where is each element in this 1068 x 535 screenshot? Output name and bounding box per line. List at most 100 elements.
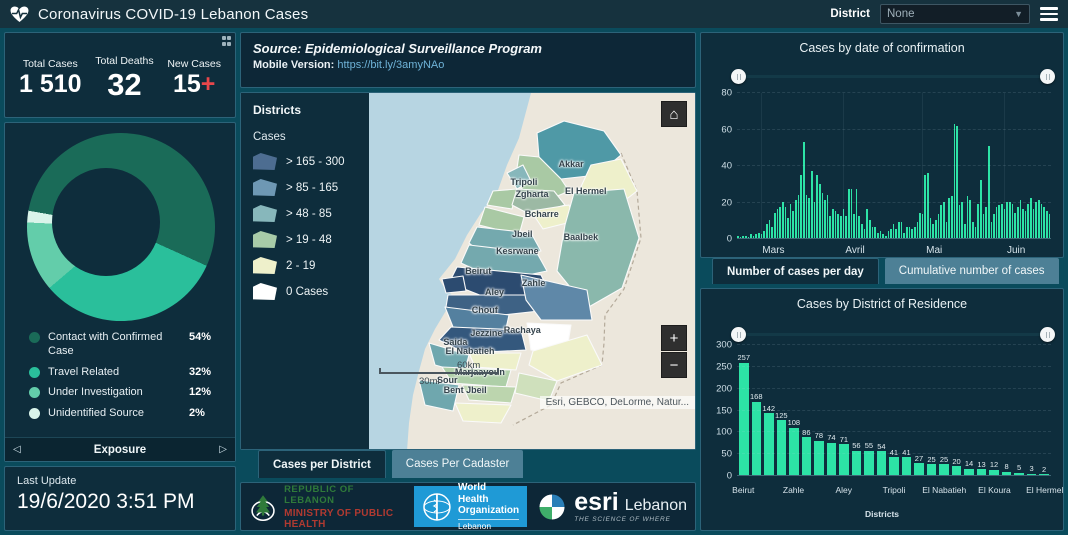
district-bar-group: 74 — [827, 434, 837, 475]
bar-value-label: 142 — [763, 405, 776, 413]
class-label: > 48 - 85 — [286, 208, 332, 220]
expand-icon[interactable] — [222, 36, 232, 46]
bar-value-label: 2 — [1042, 466, 1046, 474]
mobile-version-link[interactable]: https://bit.ly/3amyNAo — [337, 59, 444, 71]
who-emblem-icon — [422, 492, 452, 522]
district-bar — [939, 464, 949, 475]
district-dropdown[interactable]: None ▼ — [880, 4, 1030, 24]
daily-bar — [1001, 204, 1003, 238]
prev-arrow-icon[interactable]: ◁ — [13, 444, 21, 455]
bar-value-label: 125 — [775, 412, 788, 420]
district-bar-group: 86 — [802, 429, 812, 475]
legend-label: Travel Related — [48, 366, 181, 380]
district-tick-label: El Hermel — [1026, 485, 1063, 495]
header-bar: Coronavirus COVID-19 Lebanon Cases Distr… — [0, 0, 1068, 28]
heart-pulse-icon — [10, 6, 29, 23]
scale-mi: 30mi — [419, 376, 499, 387]
daily-bar — [1020, 200, 1022, 238]
month-label: Mars — [762, 245, 784, 256]
daily-bar — [1017, 207, 1019, 238]
daily-bar — [1049, 214, 1051, 238]
district-bar-group: 27 — [914, 455, 924, 475]
new-cases-plus: + — [201, 70, 216, 98]
bar-value-label: 25 — [927, 456, 935, 464]
daily-bar — [911, 229, 913, 238]
tab-cases-per-cadaster[interactable]: Cases Per Cadaster — [392, 450, 524, 478]
daily-bar — [814, 202, 816, 238]
total-cases-label: Total Cases — [23, 58, 78, 70]
daily-bar — [740, 237, 742, 238]
y-tick-label: 100 — [716, 427, 732, 438]
daily-bar — [938, 214, 940, 238]
esri-region: Lebanon — [625, 497, 687, 515]
daily-bar — [742, 236, 744, 238]
new-cases-value: 15 — [173, 70, 201, 98]
daily-bar — [959, 205, 961, 238]
map-canvas[interactable]: AkkarTripoliZghartaEl HermelBcharreJbeil… — [369, 93, 695, 449]
daily-bar — [782, 202, 784, 238]
map-zoom-in-button[interactable]: + — [661, 325, 687, 351]
map-zoom-out-button[interactable]: − — [661, 352, 687, 378]
daily-bar — [787, 218, 789, 238]
y-tick-label: 300 — [716, 340, 732, 351]
tab-number-of-cases-per-day[interactable]: Number of cases per day — [712, 258, 879, 284]
district-bar — [1014, 473, 1024, 475]
map-attribution: Esri, GEBCO, DeLorme, Natur... — [540, 396, 695, 409]
daily-bar — [837, 214, 839, 238]
slider-handle-left[interactable] — [731, 327, 746, 342]
daily-bar — [748, 237, 750, 238]
district-bar-group: 14 — [964, 460, 974, 475]
map-class-row: > 85 - 165 — [253, 179, 357, 196]
district-bar — [914, 463, 924, 475]
next-arrow-icon[interactable]: ▷ — [219, 444, 227, 455]
daily-bar — [803, 142, 805, 238]
map-class-row: 2 - 19 — [253, 257, 357, 274]
month-axis: MarsAvrilMaiJuin — [737, 245, 1051, 259]
total-cases-value: 1 510 — [19, 72, 82, 97]
map-scalebar: 60km 30mi — [379, 360, 499, 387]
daily-bar — [901, 222, 903, 238]
esri-logo: esri Lebanon THE SCIENCE OF WHERE — [537, 486, 687, 527]
tab-cumulative-number-of-cases[interactable]: Cumulative number of cases — [885, 258, 1059, 284]
map-home-button[interactable]: ⌂ — [661, 101, 687, 127]
district-bar — [877, 451, 887, 475]
daily-bar — [961, 202, 963, 238]
daily-bar — [774, 213, 776, 238]
bar-value-label: 5 — [1017, 464, 1021, 472]
legend-value: 12% — [189, 386, 223, 398]
last-update-value: 19/6/2020 3:51 PM — [17, 490, 223, 514]
exposure-footer: ◁ Exposure ▷ — [5, 437, 235, 461]
tab-cases-per-district[interactable]: Cases per District — [258, 450, 386, 478]
legend-label: Under Investigation — [48, 386, 181, 400]
daily-bar — [822, 193, 824, 238]
daily-bar — [909, 227, 911, 238]
map-tabs: Cases per DistrictCases Per Cadaster — [258, 450, 523, 478]
menu-icon[interactable] — [1040, 7, 1058, 21]
class-label: > 19 - 48 — [286, 234, 332, 246]
district-bar-group: 5 — [1014, 464, 1024, 475]
daily-bar — [753, 236, 755, 238]
slider-handle-right[interactable] — [1040, 69, 1055, 84]
y-tick-label: 200 — [716, 383, 732, 394]
daily-cases-plot: 020406080 — [737, 93, 1051, 239]
daily-bar — [914, 227, 916, 238]
exposure-legend-item: Travel Related32% — [29, 366, 223, 380]
slider-handle-left[interactable] — [731, 69, 746, 84]
daily-bar — [858, 216, 860, 238]
map-legend-subtitle: Cases — [253, 131, 357, 143]
class-label: 0 Cases — [286, 286, 328, 298]
bar-value-label: 8 — [1005, 463, 1009, 471]
total-deaths-stat: Total Deaths 32 — [95, 55, 153, 100]
daily-bar — [755, 234, 757, 238]
daily-bar — [800, 175, 802, 238]
total-cases-stat: Total Cases 1 510 — [19, 58, 82, 97]
district-bar-group: 55 — [864, 442, 874, 475]
daily-bar — [969, 200, 971, 238]
district-bar — [852, 451, 862, 475]
district-bar-group: 25 — [927, 456, 937, 475]
bar-value-label: 25 — [940, 456, 948, 464]
district-axis-title: Districts — [701, 509, 1063, 519]
class-swatch-icon — [253, 153, 277, 170]
class-swatch-icon — [253, 283, 277, 300]
slider-handle-right[interactable] — [1040, 327, 1055, 342]
